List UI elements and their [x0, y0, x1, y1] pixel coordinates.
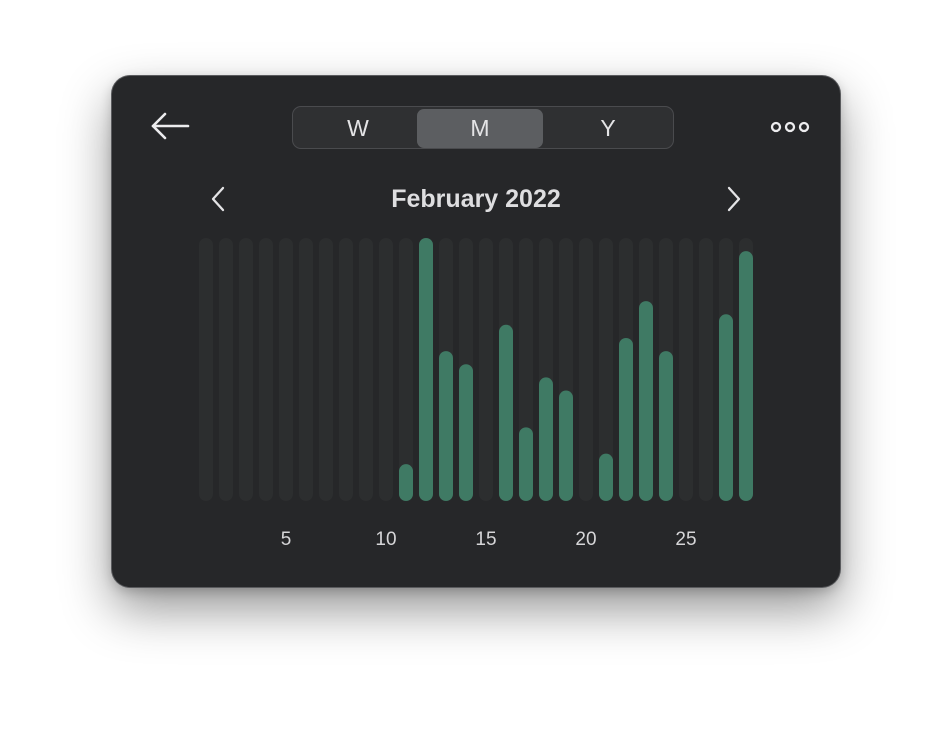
bar-track: [279, 238, 293, 501]
bar-day-23[interactable]: [639, 301, 653, 501]
x-tick-label: 25: [675, 529, 696, 550]
bar-track: [339, 238, 353, 501]
bar-track: [299, 238, 313, 501]
bar-day-13[interactable]: [439, 351, 453, 501]
bar-track: [359, 238, 373, 501]
bar-day-18[interactable]: [539, 377, 553, 501]
bar-day-17[interactable]: [519, 427, 533, 501]
x-tick-label: 5: [281, 529, 292, 550]
bar-track: [679, 238, 693, 501]
bar-track: [579, 238, 593, 501]
bar-day-24[interactable]: [659, 351, 673, 501]
bar-day-21[interactable]: [599, 453, 613, 501]
bar-track: [239, 238, 253, 501]
bar-day-12[interactable]: [419, 238, 433, 501]
bar-day-11[interactable]: [399, 464, 413, 501]
bar-day-28[interactable]: [739, 251, 753, 501]
bar-day-16[interactable]: [499, 324, 513, 501]
activity-window: W M Y February 2022 5 10 15 20 25: [112, 76, 840, 587]
bar-track: [259, 238, 273, 501]
bar-track: [219, 238, 233, 501]
daily-bar-chart: 5 10 15 20 25: [199, 238, 753, 550]
bar-day-14[interactable]: [459, 364, 473, 501]
bar-track: [699, 238, 713, 501]
x-tick-label: 15: [475, 529, 496, 550]
bar-day-22[interactable]: [619, 337, 633, 501]
bar-day-19[interactable]: [559, 390, 573, 501]
bar-track: [479, 238, 493, 501]
bar-track: [379, 238, 393, 501]
x-tick-label: 20: [575, 529, 596, 550]
x-tick-label: 10: [375, 529, 396, 550]
bar-track: [319, 238, 333, 501]
bar-day-27[interactable]: [719, 314, 733, 501]
bar-track: [399, 238, 413, 501]
bar-track: [199, 238, 213, 501]
